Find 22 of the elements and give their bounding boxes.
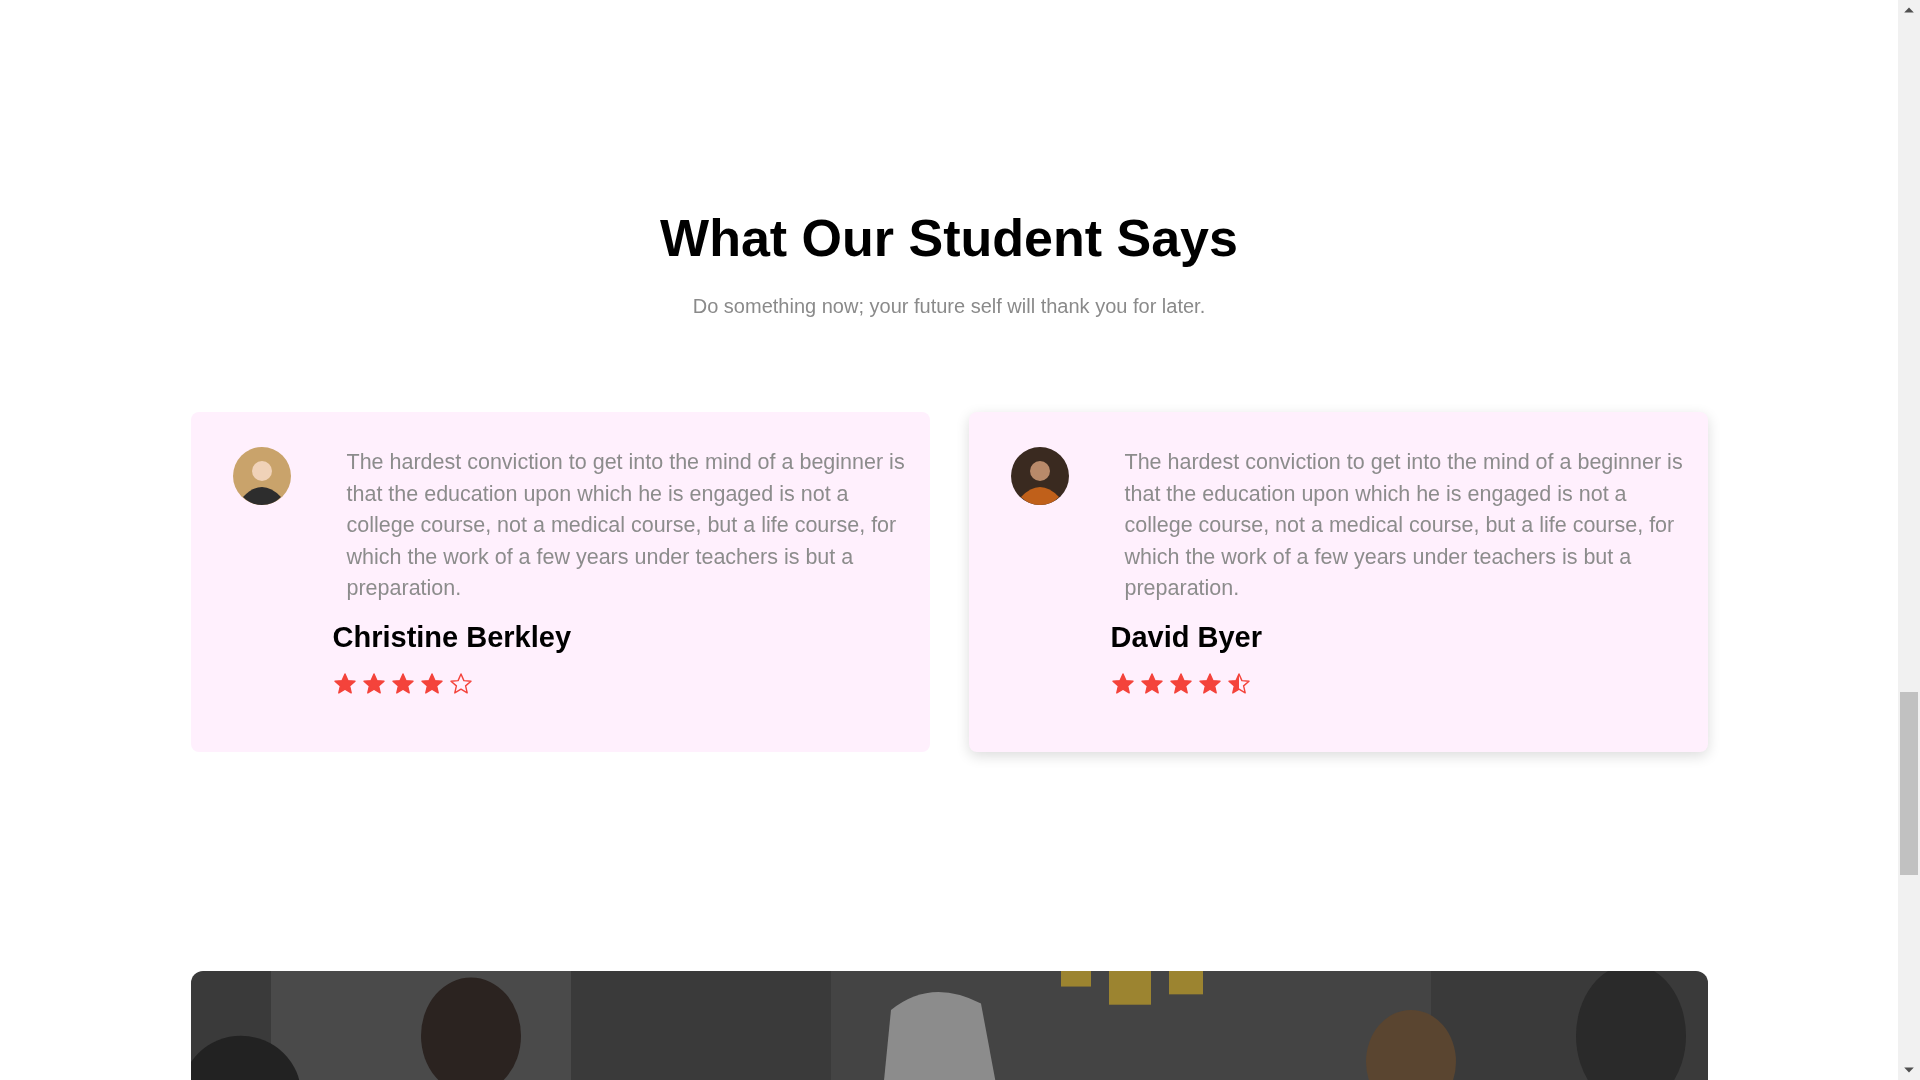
section-subtitle: Do something now; your future self will thank you for later. [692,295,1206,319]
avatar-icon [1010,447,1069,506]
star-icon [419,671,444,696]
scrollbar[interactable] [1898,0,1920,1080]
star-icon [332,671,357,696]
testimonial-card[interactable] [190,412,930,753]
testimonial-quote: The hardest conviction to get into the mind of a beginner is that the education upon which he is engaged is not a college course, not a medical course, but a life course, for which the work of a few years under teachers is but a preparation. [1123,449,1684,603]
star-icon [390,671,415,696]
star-icon [448,671,473,696]
testimonial-card[interactable] [968,412,1708,753]
star-icon [1197,671,1222,696]
student-name: Christine Berkley [332,620,573,654]
star-icon [361,671,386,696]
section-heading: What Our Student Says [660,208,1238,269]
star-icon [1168,671,1193,696]
scrollbar-thumb[interactable] [1900,692,1918,875]
testimonial-quote: The hardest conviction to get into the mind of a beginner is that the education upon which he is engaged is not a college course, not a medical course, but a life course, for which the work of a few years under teachers is but a preparation. [345,449,906,603]
avatar-icon [232,447,291,506]
star-icon [1139,671,1164,696]
star-icon [1226,671,1251,696]
student-name: David Byer [1110,620,1263,654]
star-icon [1110,671,1135,696]
